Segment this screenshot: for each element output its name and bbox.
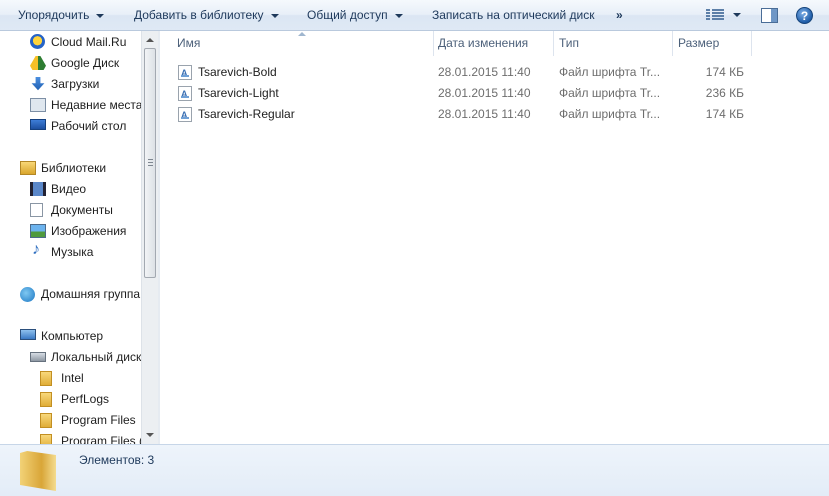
cloud-mail-icon	[30, 34, 45, 49]
add-to-library-label: Добавить в библиотеку	[134, 8, 264, 22]
column-date-label: Дата изменения	[438, 36, 529, 50]
file-row[interactable]: Tsarevich-Bold 28.01.2015 11:40 Файл шри…	[160, 62, 829, 84]
nav-item-label: Библиотеки	[41, 161, 107, 175]
file-date: 28.01.2015 11:40	[438, 107, 531, 121]
local-disk-icon	[30, 352, 46, 362]
file-type: Файл шрифта Tr...	[559, 107, 661, 121]
libraries-icon	[20, 161, 36, 175]
preview-pane-icon[interactable]	[761, 8, 778, 23]
add-to-library-button[interactable]: Добавить в библиотеку	[134, 0, 279, 30]
file-date: 28.01.2015 11:40	[438, 86, 531, 100]
share-button[interactable]: Общий доступ	[307, 0, 403, 30]
homegroup-icon	[20, 287, 35, 302]
item-count: Элементов: 3	[79, 453, 155, 467]
nav-scrollbar[interactable]	[141, 31, 158, 444]
computer-icon	[20, 329, 36, 340]
font-file-icon	[178, 63, 192, 84]
file-list: Имя Дата изменения Тип Размер Tsarevich-…	[160, 31, 829, 444]
font-file-icon	[178, 105, 192, 126]
more-commands-button[interactable]: »	[616, 0, 623, 30]
column-type-label: Тип	[559, 36, 580, 50]
command-bar: Упорядочить Добавить в библиотеку Общий …	[0, 0, 829, 31]
desktop-icon	[30, 119, 46, 130]
nav-item-label: Intel	[61, 371, 84, 385]
folder-icon	[40, 392, 52, 407]
navigation-pane: Cloud Mail.Ru Google Диск Загрузки Недав…	[0, 31, 158, 444]
google-drive-icon	[30, 56, 46, 70]
column-header-type[interactable]: Тип	[553, 31, 672, 56]
video-icon	[30, 182, 46, 196]
folder-icon	[20, 451, 56, 491]
chevron-down-icon	[394, 13, 403, 18]
scroll-up-arrow-icon[interactable]	[146, 38, 154, 42]
file-row[interactable]: Tsarevich-Regular 28.01.2015 11:40 Файл …	[160, 104, 829, 126]
downloads-icon	[31, 77, 45, 91]
file-name: Tsarevich-Bold	[198, 65, 277, 79]
file-name: Tsarevich-Light	[198, 86, 279, 100]
column-header-name[interactable]: Имя	[160, 31, 433, 56]
file-type: Файл шрифта Tr...	[559, 86, 661, 100]
folder-icon	[40, 434, 52, 444]
nav-item-label: Домашняя группа	[41, 287, 141, 301]
sort-ascending-icon	[298, 32, 306, 36]
column-header-date[interactable]: Дата изменения	[433, 31, 553, 56]
organize-button[interactable]: Упорядочить	[18, 0, 105, 30]
file-size: 174 КБ	[705, 107, 744, 121]
column-size-label: Размер	[678, 36, 720, 50]
nav-item-label: PerfLogs	[61, 392, 110, 406]
nav-item-label: Недавние места	[51, 98, 143, 112]
folder-icon	[40, 413, 52, 428]
nav-item-label: Музыка	[51, 245, 94, 259]
burn-label: Записать на оптический диск	[432, 8, 595, 22]
details-pane: Элементов: 3	[0, 444, 829, 496]
share-label: Общий доступ	[307, 8, 388, 22]
file-date: 28.01.2015 11:40	[438, 65, 531, 79]
file-name: Tsarevich-Regular	[198, 107, 295, 121]
font-file-icon	[178, 84, 192, 105]
chevron-down-icon	[96, 13, 105, 18]
nav-item-label: Рабочий стол	[51, 119, 127, 133]
burn-button[interactable]: Записать на оптический диск	[432, 0, 595, 30]
nav-item-label: Загрузки	[51, 77, 100, 91]
scrollbar-thumb[interactable]	[144, 48, 156, 278]
column-name-label: Имя	[177, 36, 201, 50]
nav-item-label: Изображения	[51, 224, 127, 238]
documents-icon	[30, 203, 43, 217]
organize-label: Упорядочить	[18, 8, 90, 22]
column-divider[interactable]	[751, 31, 752, 56]
view-options-icon[interactable]	[706, 9, 724, 22]
nav-item-label: Program Files	[61, 413, 136, 427]
nav-item-label: Google Диск	[51, 56, 120, 70]
nav-item-label: Program Files (	[61, 434, 144, 444]
nav-item-label: Документы	[51, 203, 113, 217]
column-header-size[interactable]: Размер	[672, 31, 751, 56]
nav-item-label: Cloud Mail.Ru	[51, 35, 127, 49]
file-type: Файл шрифта Tr...	[559, 65, 661, 79]
file-size: 236 КБ	[705, 86, 744, 100]
folder-icon	[40, 371, 52, 386]
file-size: 174 КБ	[705, 65, 744, 79]
images-icon	[30, 224, 46, 238]
chevron-down-icon	[270, 13, 279, 18]
nav-item-label: Компьютер	[41, 329, 104, 343]
nav-item-label: Локальный диск	[51, 350, 142, 364]
recent-places-icon	[30, 98, 46, 112]
view-options-dropdown[interactable]	[733, 13, 741, 17]
nav-item-label: Видео	[51, 182, 87, 196]
file-row[interactable]: Tsarevich-Light 28.01.2015 11:40 Файл шр…	[160, 83, 829, 105]
music-icon	[30, 240, 46, 260]
scroll-down-arrow-icon[interactable]	[146, 433, 154, 437]
help-icon[interactable]: ?	[796, 7, 813, 24]
